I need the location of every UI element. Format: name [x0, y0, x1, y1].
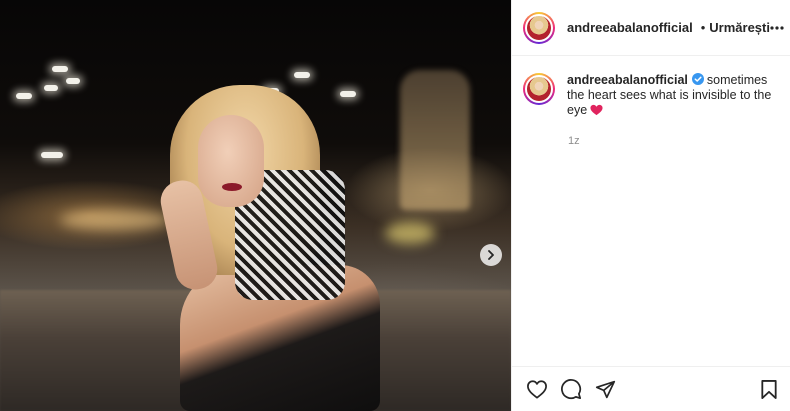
comment-button[interactable] [560, 378, 582, 400]
header-username[interactable]: andreeabalanofficial [567, 20, 693, 35]
post-header: andreeabalanofficial • Urmărești [512, 0, 790, 56]
street-light [41, 152, 63, 158]
comment-bubble-icon [561, 379, 582, 400]
blurred-statue [400, 70, 470, 210]
street-light [52, 66, 68, 72]
caption-row: andreeabalanofficial sometimes the heart… [523, 73, 774, 118]
post-timestamp[interactable]: 1z [568, 135, 774, 147]
chevron-right-icon [488, 250, 494, 260]
avatar[interactable] [523, 11, 555, 44]
street-light [16, 93, 32, 99]
comments-section: andreeabalanofficial sometimes the heart… [512, 56, 790, 147]
street-light [294, 72, 310, 78]
caption: andreeabalanofficial sometimes the heart… [567, 73, 772, 118]
share-button[interactable] [594, 378, 616, 400]
post-side-panel: andreeabalanofficial • Urmărești andreea… [511, 0, 790, 411]
next-photo-button[interactable] [480, 244, 502, 266]
street-light [66, 78, 80, 84]
heart-outline-icon [527, 380, 547, 399]
following-button[interactable]: Urmărești [709, 20, 770, 35]
action-bar [512, 366, 790, 411]
post-photo[interactable] [0, 0, 511, 411]
more-horizontal-icon [770, 25, 784, 30]
red-heart-emoji-icon [590, 104, 603, 116]
more-options-button[interactable] [770, 18, 784, 38]
car-light-glow [385, 222, 435, 244]
verified-badge-icon [691, 73, 704, 85]
caption-avatar[interactable] [523, 73, 555, 105]
like-button[interactable] [526, 378, 548, 400]
bookmark-icon [761, 379, 777, 399]
car-light-glow [60, 210, 170, 230]
instagram-post: andreeabalanofficial • Urmărești andreea… [0, 0, 790, 411]
caption-username[interactable]: andreeabalanofficial [567, 73, 688, 87]
separator-dot: • [700, 20, 706, 35]
paper-plane-icon [595, 380, 615, 398]
model-figure [157, 85, 380, 411]
street-light [44, 85, 58, 91]
save-button[interactable] [758, 378, 780, 400]
